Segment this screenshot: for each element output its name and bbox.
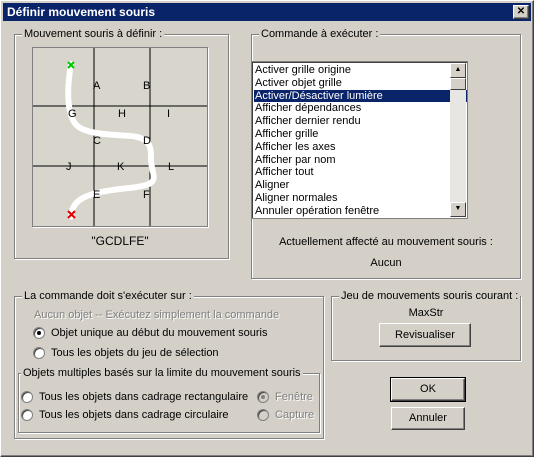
- command-list-item[interactable]: Annuler opération fenêtre: [254, 205, 467, 218]
- grid-letter-h: H: [118, 108, 126, 120]
- multi-object-group-label: Objets multiples basés sur la limite du …: [21, 367, 303, 379]
- stroke-pattern: "GCDLFE": [91, 234, 149, 248]
- command-list-item[interactable]: Afficher tout: [254, 166, 467, 179]
- command-listbox[interactable]: Activer grille origine Activer objet gril…: [251, 61, 468, 219]
- circle-region-label[interactable]: Tous les objets dans cadrage circulaire: [39, 409, 229, 421]
- circle-region-radio[interactable]: [21, 409, 33, 421]
- command-list-item[interactable]: Afficher les axes: [254, 141, 467, 154]
- assigned-value: Aucun: [370, 257, 402, 269]
- grid-letter-i: I: [167, 108, 171, 120]
- title-bar[interactable]: Définir mouvement souris ✕: [3, 3, 531, 21]
- rect-region-radio[interactable]: [21, 391, 33, 403]
- command-list-item[interactable]: Activer objet grille: [254, 77, 467, 90]
- command-group-label: Commande à exécuter :: [259, 28, 381, 40]
- stroke-group-label: Mouvement souris à définir :: [22, 28, 165, 40]
- grid-letter-g: G: [68, 108, 77, 120]
- stroke-grid[interactable]: A B G H I C D J K L E F: [32, 47, 208, 227]
- command-list-item[interactable]: Activer grille origine: [254, 64, 467, 77]
- command-list-item[interactable]: Afficher par nom: [254, 154, 467, 167]
- command-list-item[interactable]: Afficher dépendances: [254, 102, 467, 115]
- command-list-item[interactable]: Aligner: [254, 179, 467, 192]
- selection-set-radio[interactable]: [33, 347, 45, 359]
- gesture-set-value: MaxStr: [408, 307, 444, 319]
- ok-button[interactable]: OK: [390, 377, 466, 402]
- grid-letter-l: L: [168, 161, 175, 173]
- scroll-thumb[interactable]: [450, 78, 466, 90]
- gesture-set-label: Jeu de mouvements souris courant :: [339, 290, 521, 302]
- grid-letter-e: E: [93, 189, 101, 201]
- no-object-option: Aucun objet -- Exécutez simplement la co…: [34, 309, 280, 321]
- close-button[interactable]: ✕: [513, 5, 529, 19]
- grid-letter-k: K: [117, 161, 125, 173]
- single-object-radio[interactable]: [33, 327, 45, 339]
- window-label[interactable]: Fenêtre: [275, 391, 313, 403]
- command-list-item[interactable]: Afficher dernier rendu: [254, 115, 467, 128]
- grid-letter-a: A: [93, 80, 101, 92]
- command-list-item[interactable]: Afficher grille: [254, 128, 467, 141]
- scroll-down-button[interactable]: ▼: [450, 202, 466, 217]
- rect-region-label[interactable]: Tous les objets dans cadrage rectangulai…: [39, 391, 248, 403]
- assigned-label: Actuellement affecté au mouvement souris…: [279, 236, 493, 248]
- dialog-window: Définir mouvement souris ✕ Mouvement sou…: [0, 0, 534, 457]
- crossing-label[interactable]: Capture: [275, 409, 314, 421]
- refresh-button[interactable]: Revisualiser: [379, 323, 471, 347]
- grid-letter-c: C: [93, 135, 101, 147]
- grid-letter-d: D: [143, 135, 151, 147]
- multi-object-group: Objets multiples basés sur la limite du …: [18, 367, 320, 433]
- grid-letter-b: B: [143, 80, 151, 92]
- window-title: Définir mouvement souris: [7, 5, 156, 19]
- scroll-up-button[interactable]: ▲: [450, 63, 466, 78]
- command-scrollbar[interactable]: ▲ ▼: [450, 63, 466, 217]
- close-icon: ✕: [516, 6, 526, 17]
- command-list: Activer grille origine Activer objet gril…: [254, 64, 467, 218]
- single-object-label[interactable]: Objet unique au début du mouvement souri…: [51, 327, 267, 339]
- window-radio[interactable]: [257, 391, 269, 403]
- cancel-button[interactable]: Annuler: [391, 407, 465, 430]
- selection-set-label[interactable]: Tous les objets du jeu de sélection: [51, 347, 219, 359]
- grid-letter-f: F: [143, 189, 150, 201]
- crossing-radio[interactable]: [257, 409, 269, 421]
- command-list-item[interactable]: Aligner normales: [254, 192, 467, 205]
- grid-letter-j: J: [66, 161, 72, 173]
- command-list-item[interactable]: Activer/Désactiver lumière: [254, 89, 467, 103]
- exec-group-label: La commande doit s'exécuter sur :: [22, 290, 194, 302]
